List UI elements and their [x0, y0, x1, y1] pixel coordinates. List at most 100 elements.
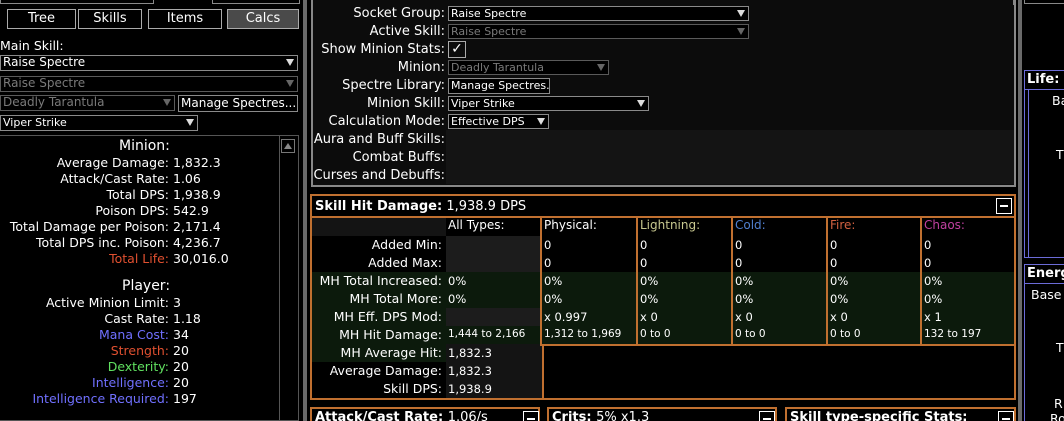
chevron-down-icon [597, 64, 605, 71]
minion-header: Minion: [119, 138, 170, 154]
table-cell: x 0 [830, 310, 848, 324]
collapse-icon[interactable] [996, 198, 1012, 214]
column-divider [542, 344, 544, 398]
attack-rate-title: Attack/Cast Rate: 1.06/s [315, 410, 488, 421]
row-label: Skill DPS: [383, 381, 442, 396]
divider-right[interactable] [1018, 0, 1022, 421]
table-cell: 1,938.9 [448, 382, 492, 396]
active-skill-config-dropdown[interactable]: Raise Spectre [448, 24, 749, 39]
collapse-icon[interactable] [998, 411, 1014, 421]
minion-stat-value: 4,236.7 [173, 235, 221, 250]
socket-group-dropdown[interactable]: Raise Spectre [448, 6, 749, 21]
minion-stat-label: Poison DPS: [95, 203, 169, 218]
minion-stat-row: Total DPS inc. Poison: 4,236.7 [0, 235, 300, 251]
player-stat-value: 20 [173, 359, 189, 374]
table-cell: 0 to 0 [640, 328, 671, 340]
spectre-library-button[interactable]: Manage Spectres... [448, 78, 550, 94]
tab-skills[interactable]: Skills [78, 9, 142, 29]
header-shade [312, 218, 446, 236]
main-skill-dropdown[interactable]: Raise Spectre [0, 55, 298, 71]
minion-dropdown[interactable]: Deadly Tarantula [0, 95, 175, 111]
main-skill-label: Main Skill: [0, 38, 64, 53]
calculation-mode-value: Effective DPS [451, 115, 525, 128]
empty-cell [446, 308, 542, 326]
minion-skill-config-value: Viper Strike [451, 97, 515, 110]
energy-underline [1025, 283, 1064, 284]
table-cell: 0 to 0 [735, 328, 766, 340]
minion-config-value: Deadly Tarantula [451, 61, 544, 74]
minion-stat-label: Average Damage: [56, 155, 169, 170]
empty-cells [446, 236, 542, 272]
skill-type-section: Skill type-specific Stats: [785, 407, 1016, 421]
section-title: Skill Hit Damage: 1,938.9 DPS [315, 199, 526, 214]
chevron-down-icon [286, 59, 294, 66]
section-title-value: 1,938.9 DPS [446, 199, 527, 214]
player-stat-row: Cast Rate: 1.18 [0, 311, 300, 327]
table-cell: 132 to 197 [924, 328, 982, 340]
scroll-up-icon[interactable] [281, 139, 295, 153]
section-title-label: Skill Hit Damage: [315, 199, 443, 214]
column-header: Cold: [735, 218, 766, 232]
minion-skill-config-dropdown[interactable]: Viper Strike [448, 96, 649, 111]
player-stat-row: Mana Cost: 34 [0, 327, 300, 343]
config-row-label: Socket Group: [353, 6, 445, 21]
right-top-strip [1024, 0, 1064, 4]
collapse-icon[interactable] [759, 411, 775, 421]
table-cell: 0% [448, 292, 467, 306]
minion-stat-label: Attack/Cast Rate: [60, 171, 169, 186]
player-stat-label: Active Minion Limit: [45, 295, 169, 310]
column-header: All Types: [448, 218, 505, 232]
row-label: Average Damage: [329, 363, 442, 378]
table-cell: 0% [640, 292, 659, 306]
column-header: Physical: [544, 218, 597, 232]
table-cell: 0% [448, 274, 467, 288]
collapse-icon[interactable] [523, 411, 539, 421]
minion-stat-row: Average Damage: 1,832.3 [0, 155, 300, 171]
table-cell: 0% [830, 274, 849, 288]
player-stat-label: Strength: [110, 343, 169, 358]
table-cell: 1,444 to 2,166 [448, 328, 526, 340]
life-label-total: T [1056, 147, 1064, 162]
life-label-base: Ba [1052, 93, 1064, 108]
table-cell: 0 [830, 256, 838, 270]
table-cell: x 1 [924, 310, 942, 324]
top-left-dropdown-2[interactable] [212, 0, 300, 4]
config-row-label: Calculation Mode: [328, 114, 445, 129]
table-cell: x 0 [735, 310, 753, 324]
grid-bottom-line [540, 344, 1014, 346]
player-stat-row: Intelligence: 20 [0, 375, 300, 391]
table-cell: 0% [544, 274, 563, 288]
minion-config-dropdown[interactable]: Deadly Tarantula [448, 60, 609, 75]
player-stat-row: Intelligence Required: 197 [0, 391, 300, 407]
chevron-down-icon [286, 80, 294, 87]
tab-calcs[interactable]: Calcs [227, 9, 299, 29]
player-stat-value: 20 [173, 343, 189, 358]
crits-section: Crits: 5% x1.3 [547, 407, 777, 421]
active-skill-dropdown[interactable]: Raise Spectre [0, 76, 298, 92]
table-cell: 0% [544, 292, 563, 306]
minion-skill-dropdown[interactable]: Viper Strike [0, 115, 198, 131]
table-cell: x 0 [640, 310, 658, 324]
player-stat-value: 20 [173, 375, 189, 390]
energy-shield-section: Energ Base T R Ro [1024, 264, 1064, 421]
player-stat-label: Cast Rate: [104, 311, 169, 326]
column-header: Chaos: [924, 218, 965, 232]
table-cell: 1,832.3 [448, 364, 492, 378]
table-cell: 0% [924, 292, 943, 306]
chevron-down-icon [537, 118, 545, 125]
tab-items[interactable]: Items [148, 9, 222, 29]
show-minion-stats-checkbox[interactable]: ✓ [448, 41, 466, 58]
tab-tree[interactable]: Tree [7, 9, 76, 29]
calculation-mode-dropdown[interactable]: Effective DPS [448, 114, 549, 129]
top-left-dropdown[interactable] [0, 0, 154, 4]
table-cell: 0 to 0 [830, 328, 861, 340]
active-skill-value: Raise Spectre [3, 76, 86, 90]
manage-spectres-button[interactable]: Manage Spectres... [178, 95, 298, 112]
calc-config-panel: Socket Group: Active Skill: Show Minion St… [311, 0, 1016, 187]
table-cell: 0% [735, 292, 754, 306]
column-header: Lightning: [640, 218, 701, 232]
minion-stat-value: 1,938.9 [173, 187, 221, 202]
row-label: Added Min: [371, 237, 442, 252]
crits-title: Crits: 5% x1.3 [552, 410, 650, 421]
player-stat-row: Strength: 20 [0, 343, 300, 359]
